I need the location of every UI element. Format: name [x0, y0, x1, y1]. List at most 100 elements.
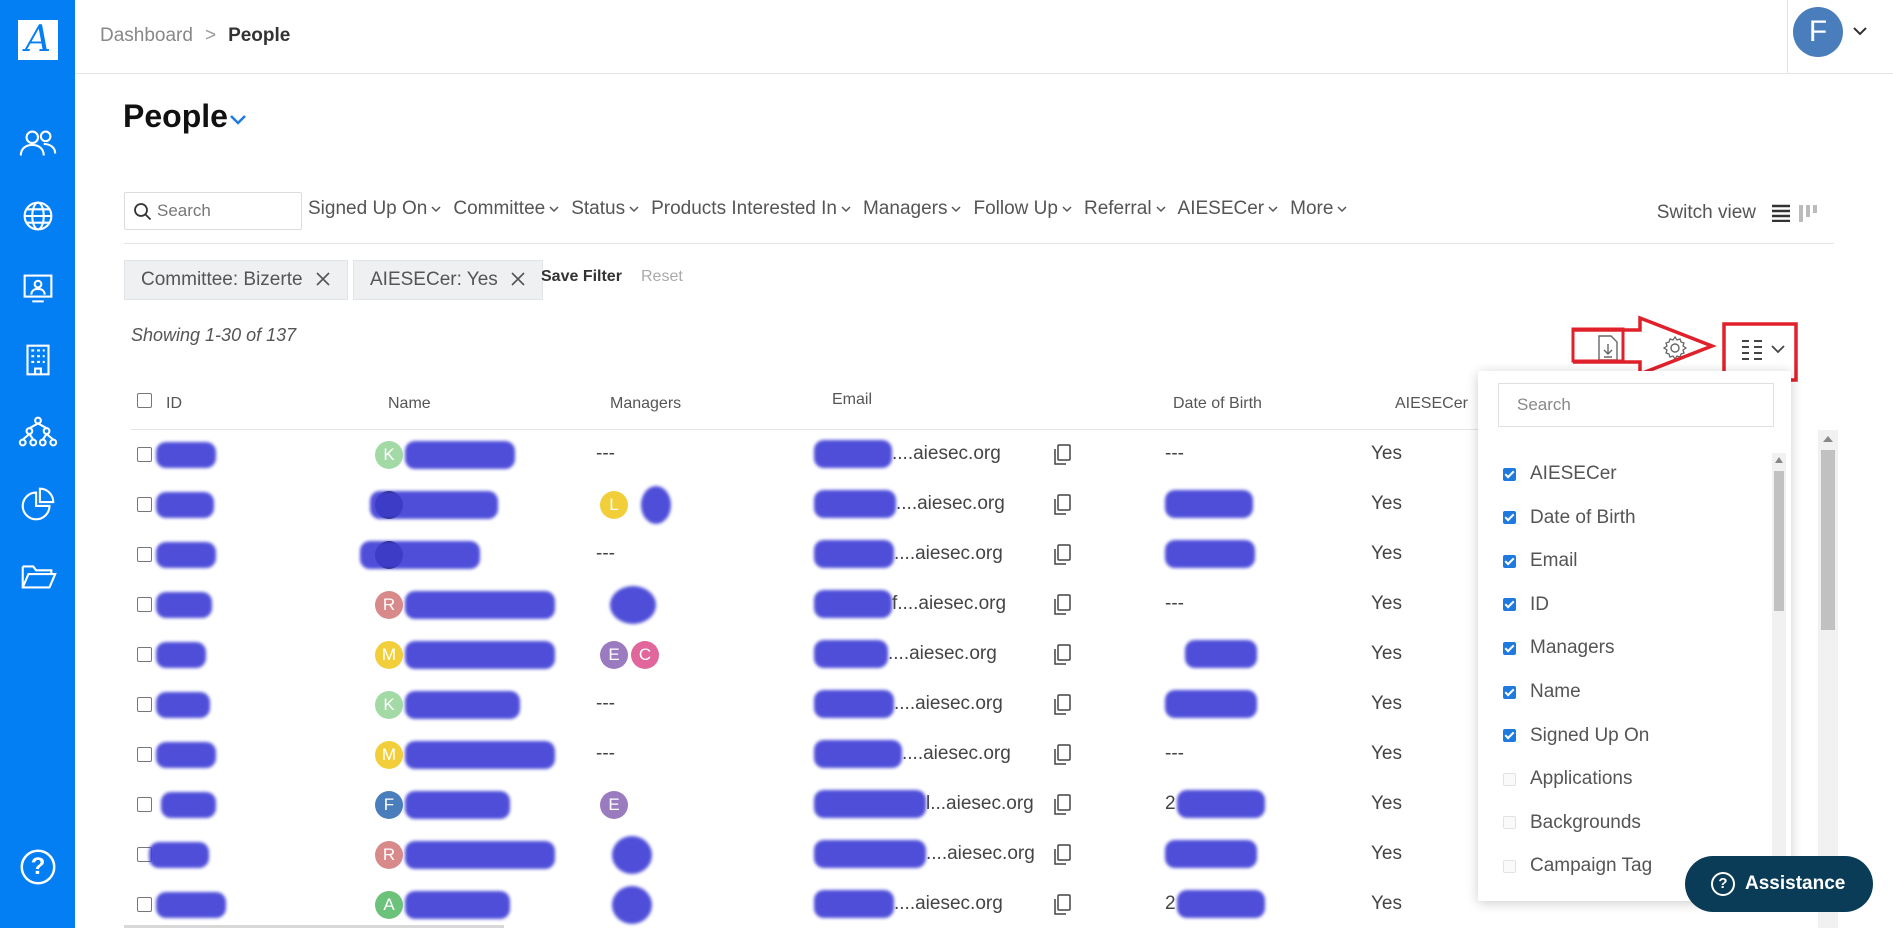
column-option[interactable]: AIESECer	[1503, 459, 1617, 489]
column-checkbox[interactable]	[1503, 859, 1516, 873]
copy-icon[interactable]	[1052, 644, 1072, 666]
row-checkbox[interactable]	[137, 547, 152, 562]
filter-committee[interactable]: Committee	[453, 198, 559, 220]
board-view-icon[interactable]	[1798, 203, 1818, 223]
building-icon[interactable]	[14, 336, 62, 384]
copy-icon[interactable]	[1052, 544, 1072, 566]
table-row[interactable]: K --- ....aiesec.org Yes	[131, 680, 1481, 730]
select-all-checkbox[interactable]	[137, 393, 152, 408]
assistance-button[interactable]: ? Assistance	[1685, 856, 1873, 912]
row-checkbox[interactable]	[137, 797, 152, 812]
filter-managers[interactable]: Managers	[863, 198, 962, 220]
close-icon[interactable]	[510, 271, 526, 287]
column-header-aiesecer[interactable]: AIESECer	[1395, 395, 1468, 413]
aiesec-logo[interactable]: A	[18, 20, 58, 60]
table-row[interactable]: L ....aiesec.org Yes	[131, 480, 1481, 530]
copy-icon[interactable]	[1052, 444, 1072, 466]
table-row[interactable]: F El...aiesec.org 2 Yes	[131, 780, 1481, 830]
copy-icon[interactable]	[1052, 844, 1072, 866]
help-icon[interactable]: ?	[14, 843, 62, 891]
copy-icon[interactable]	[1052, 894, 1072, 916]
row-checkbox[interactable]	[137, 697, 152, 712]
column-option[interactable]: ID	[1503, 590, 1549, 620]
column-option[interactable]: Name	[1503, 677, 1581, 707]
column-option[interactable]: Campaign Tag	[1503, 851, 1652, 881]
column-checkbox[interactable]	[1503, 554, 1516, 568]
row-checkbox[interactable]	[137, 747, 152, 762]
copy-icon[interactable]	[1052, 694, 1072, 716]
filter-aiesecer[interactable]: AIESECer	[1178, 198, 1279, 220]
user-menu-chevron-icon[interactable]	[1851, 22, 1869, 40]
manager-avatar[interactable]: E	[600, 791, 628, 819]
table-row[interactable]: K --- ....aiesec.org --- Yes	[131, 430, 1481, 480]
export-file-icon[interactable]	[1597, 335, 1619, 361]
scrollbar-thumb[interactable]	[1821, 450, 1835, 630]
table-row[interactable]: R ....aiesec.org Yes	[131, 830, 1481, 880]
pie-chart-icon[interactable]	[14, 480, 62, 528]
row-checkbox[interactable]	[137, 497, 152, 512]
column-search-input[interactable]	[1499, 384, 1773, 426]
row-checkbox[interactable]	[137, 897, 152, 912]
filter-referral[interactable]: Referral	[1084, 198, 1166, 220]
user-avatar[interactable]: F	[1793, 7, 1843, 57]
column-option[interactable]: Date of Birth	[1503, 503, 1636, 533]
table-row[interactable]: M E C ....aiesec.org Yes	[131, 630, 1481, 680]
table-row[interactable]: M --- ....aiesec.org --- Yes	[131, 730, 1481, 780]
filter-more[interactable]: More	[1290, 198, 1347, 220]
filter-status[interactable]: Status	[571, 198, 639, 220]
filter-products-interested-in[interactable]: Products Interested In	[651, 198, 851, 220]
columns-chooser-icon[interactable]	[1741, 338, 1763, 360]
column-checkbox[interactable]	[1503, 685, 1516, 699]
table-row[interactable]: Rf....aiesec.org --- Yes	[131, 580, 1481, 630]
row-checkbox[interactable]	[137, 647, 152, 662]
globe-icon[interactable]	[14, 192, 62, 240]
column-checkbox[interactable]	[1503, 729, 1516, 743]
table-row[interactable]: --- ....aiesec.org Yes	[131, 530, 1481, 580]
presentation-icon[interactable]	[14, 264, 62, 312]
people-icon[interactable]	[14, 120, 62, 168]
chevron-down-icon[interactable]	[1771, 344, 1785, 354]
column-checkbox[interactable]	[1503, 467, 1516, 481]
column-checkbox[interactable]	[1503, 641, 1516, 655]
page-scrollbar[interactable]	[1818, 430, 1838, 928]
table-row[interactable]: A ....aiesec.org 2 Yes	[131, 880, 1481, 928]
close-icon[interactable]	[315, 271, 331, 287]
column-checkbox[interactable]	[1503, 816, 1516, 830]
title-dropdown-chevron-icon[interactable]	[228, 113, 248, 127]
hierarchy-icon[interactable]	[14, 408, 62, 456]
column-option[interactable]: Backgrounds	[1503, 808, 1641, 838]
scroll-up-icon[interactable]	[1823, 436, 1833, 442]
breadcrumb-dashboard[interactable]: Dashboard	[100, 25, 193, 46]
column-checkbox[interactable]	[1503, 598, 1516, 612]
column-header-dob[interactable]: Date of Birth	[1173, 395, 1262, 413]
copy-icon[interactable]	[1052, 744, 1072, 766]
column-option[interactable]: Managers	[1503, 633, 1615, 663]
row-checkbox[interactable]	[137, 447, 152, 462]
scrollbar-thumb[interactable]	[1774, 471, 1784, 611]
manager-avatar[interactable]: C	[631, 641, 659, 669]
folder-icon[interactable]	[14, 552, 62, 600]
filter-follow-up[interactable]: Follow Up	[973, 198, 1072, 220]
column-list-scrollbar[interactable]	[1772, 453, 1786, 901]
scroll-up-icon[interactable]	[1775, 457, 1783, 463]
save-filter-button[interactable]: Save Filter	[541, 268, 622, 286]
manager-avatar[interactable]: E	[600, 641, 628, 669]
gear-icon[interactable]	[1662, 335, 1688, 361]
copy-icon[interactable]	[1052, 594, 1072, 616]
list-view-icon[interactable]	[1772, 204, 1790, 222]
column-checkbox[interactable]	[1503, 772, 1516, 786]
column-option[interactable]: Email	[1503, 546, 1578, 576]
copy-icon[interactable]	[1052, 494, 1072, 516]
manager-avatar[interactable]: L	[600, 491, 628, 519]
row-checkbox[interactable]	[137, 597, 152, 612]
column-header-name[interactable]: Name	[388, 395, 431, 413]
copy-icon[interactable]	[1052, 794, 1072, 816]
reset-button[interactable]: Reset	[641, 268, 683, 286]
filter-signed-up-on[interactable]: Signed Up On	[308, 198, 441, 220]
column-checkbox[interactable]	[1503, 511, 1516, 525]
column-header-managers[interactable]: Managers	[610, 395, 681, 413]
search-input[interactable]	[157, 198, 297, 224]
column-option[interactable]: Applications	[1503, 764, 1632, 794]
column-option[interactable]: Signed Up On	[1503, 721, 1649, 751]
column-header-id[interactable]: ID	[166, 395, 182, 413]
